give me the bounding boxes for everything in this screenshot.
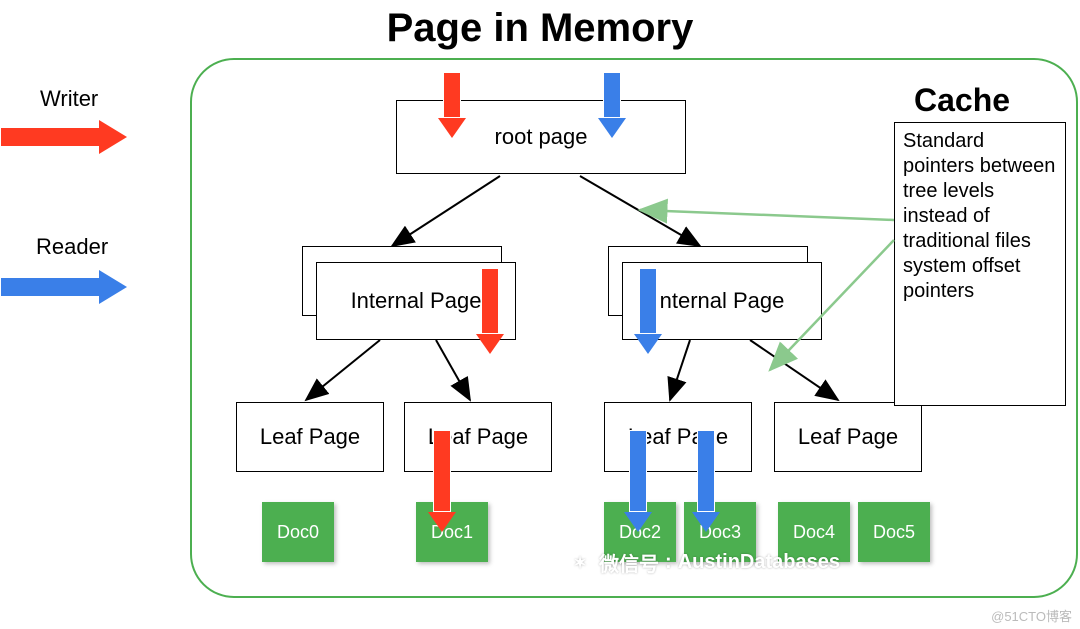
legend-writer-arrow xyxy=(0,120,130,154)
reader-arrow-leaf-b xyxy=(694,430,718,532)
writer-arrow-internal xyxy=(478,268,502,354)
watermark-label: 微信号 xyxy=(599,548,659,577)
reader-arrow-internal xyxy=(636,268,660,354)
writer-arrow-root xyxy=(440,72,464,138)
leaf-page-2: Leaf Page xyxy=(404,402,552,472)
cache-title: Cache xyxy=(914,82,1010,119)
doc-0: Doc0 xyxy=(262,502,334,562)
credit-text: @51CTO博客 xyxy=(991,606,1072,625)
writer-arrow-leaf xyxy=(430,430,454,532)
diagram-title: Page in Memory xyxy=(0,6,1080,51)
leaf-page-4: Leaf Page xyxy=(774,402,922,472)
watermark-value: AustinDatabases xyxy=(678,551,840,574)
doc-5: Doc5 xyxy=(858,502,930,562)
legend-writer-label: Writer xyxy=(40,86,98,112)
watermark: ✶ 微信号 : AustinDatabases xyxy=(567,548,840,577)
wechat-icon: ✶ xyxy=(567,550,593,576)
legend-reader-arrow xyxy=(0,270,130,304)
watermark-sep: : xyxy=(665,551,672,574)
cache-description: Standard pointers between tree levels in… xyxy=(894,122,1066,406)
reader-arrow-root xyxy=(600,72,624,138)
legend-reader-label: Reader xyxy=(36,234,108,260)
leaf-page-1: Leaf Page xyxy=(236,402,384,472)
reader-arrow-leaf-a xyxy=(626,430,650,532)
